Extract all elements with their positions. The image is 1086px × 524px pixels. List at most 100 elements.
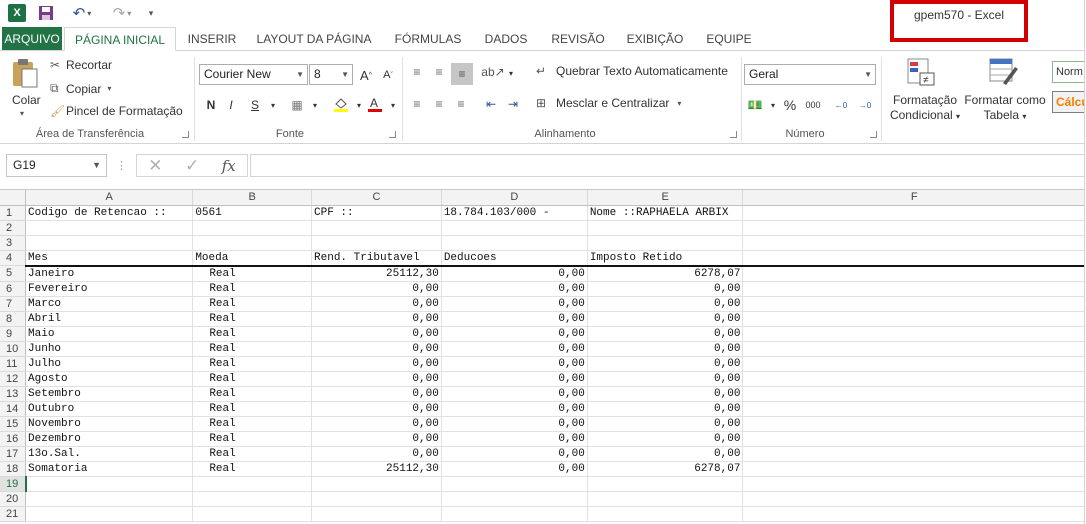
name-box[interactable]: G19 ▼ bbox=[6, 154, 107, 177]
cell[interactable] bbox=[742, 250, 1086, 267]
cell[interactable]: 0,00 bbox=[587, 371, 744, 387]
number-format-combo[interactable]: Geral ▼ bbox=[744, 64, 876, 85]
row-header[interactable]: 11 bbox=[0, 356, 27, 372]
cell[interactable]: 0,00 bbox=[311, 281, 442, 297]
cell[interactable]: 0,00 bbox=[587, 446, 744, 462]
cell[interactable]: 0,00 bbox=[311, 386, 442, 402]
column-header-d[interactable]: D bbox=[441, 190, 588, 206]
cell[interactable]: CPF :: bbox=[311, 205, 442, 221]
number-launcher-icon[interactable] bbox=[870, 131, 877, 138]
worksheet-grid[interactable]: A B C D E F 1 Codigo de Retencao :: 0561 CP… bbox=[0, 189, 1086, 524]
cell[interactable]: 0,00 bbox=[441, 265, 588, 282]
align-middle-icon[interactable]: ≡ bbox=[430, 63, 448, 81]
cell[interactable] bbox=[25, 491, 194, 507]
cell[interactable]: 13o.Sal. bbox=[25, 446, 194, 462]
font-color-icon[interactable]: A bbox=[366, 95, 384, 113]
column-header-e[interactable]: E bbox=[587, 190, 744, 206]
align-center-icon[interactable]: ≡ bbox=[430, 95, 448, 113]
cell[interactable]: 0,00 bbox=[441, 386, 588, 402]
cell[interactable] bbox=[25, 506, 194, 522]
cell[interactable] bbox=[742, 491, 1086, 507]
cell[interactable] bbox=[25, 235, 194, 251]
undo-icon[interactable]: ↶ ▾ bbox=[68, 4, 96, 22]
row-header[interactable]: 2 bbox=[0, 220, 27, 236]
cell[interactable]: Real bbox=[192, 446, 313, 462]
currency-dropdown-icon[interactable]: ▾ bbox=[764, 96, 782, 114]
percent-button[interactable]: % bbox=[781, 96, 799, 114]
cell[interactable]: Mes bbox=[25, 250, 194, 267]
merge-center-button[interactable]: ⊞ Mesclar e Centralizar ▾ bbox=[536, 96, 681, 110]
cell[interactable] bbox=[441, 220, 588, 236]
row-header[interactable]: 4 bbox=[0, 250, 27, 266]
cell[interactable] bbox=[742, 446, 1086, 462]
cell[interactable]: Nome ::RAPHAELA ARBIX bbox=[587, 205, 744, 221]
cell[interactable]: 0,00 bbox=[441, 356, 588, 372]
format-painter-button[interactable]: 🖌 Pincel de Formatação bbox=[50, 104, 183, 118]
cell[interactable] bbox=[587, 476, 744, 492]
cell[interactable]: 6278,07 bbox=[587, 461, 744, 477]
cell[interactable] bbox=[742, 281, 1086, 297]
column-header-b[interactable]: B bbox=[192, 190, 313, 206]
font-color-dropdown-icon[interactable]: ▾ bbox=[384, 96, 402, 114]
cell[interactable]: Dezembro bbox=[25, 431, 194, 447]
cell[interactable]: 0,00 bbox=[587, 416, 744, 432]
row-header[interactable]: 6 bbox=[0, 281, 27, 297]
orientation-dropdown-icon[interactable]: ▾ bbox=[502, 64, 520, 82]
grow-font-icon[interactable]: A ^ bbox=[357, 66, 375, 84]
cell[interactable]: 0,00 bbox=[441, 431, 588, 447]
enter-icon[interactable]: ✓ bbox=[185, 156, 199, 176]
cell[interactable] bbox=[742, 326, 1086, 342]
cell[interactable]: 0,00 bbox=[587, 431, 744, 447]
cell[interactable]: Real bbox=[192, 431, 313, 447]
wrap-text-button[interactable]: ↵ Quebrar Texto Automaticamente bbox=[536, 64, 728, 78]
cell[interactable] bbox=[441, 235, 588, 251]
row-header[interactable]: 10 bbox=[0, 341, 27, 357]
row-header[interactable]: 8 bbox=[0, 311, 27, 327]
font-launcher-icon[interactable] bbox=[389, 131, 396, 138]
underline-dropdown-icon[interactable]: ▾ bbox=[264, 96, 282, 114]
cell[interactable]: 0,00 bbox=[441, 461, 588, 477]
format-table-icon[interactable] bbox=[988, 57, 1020, 87]
row-header[interactable]: 16 bbox=[0, 431, 27, 447]
row-header[interactable]: 21 bbox=[0, 506, 27, 522]
cell[interactable]: Rend. Tributavel bbox=[311, 250, 442, 267]
cell[interactable] bbox=[192, 220, 313, 236]
tab-formulas[interactable]: FÓRMULAS bbox=[390, 27, 466, 51]
cell[interactable]: 0,00 bbox=[587, 356, 744, 372]
cell[interactable]: 18.784.103/000 - bbox=[441, 205, 588, 221]
cell[interactable]: 0,00 bbox=[311, 311, 442, 327]
currency-icon[interactable]: 💵 bbox=[746, 96, 764, 114]
tab-data[interactable]: DADOS bbox=[480, 27, 532, 51]
cell[interactable] bbox=[742, 235, 1086, 251]
row-header[interactable]: 18 bbox=[0, 461, 27, 477]
cell[interactable]: Real bbox=[192, 371, 313, 387]
shrink-font-icon[interactable]: Aˇ bbox=[379, 66, 397, 84]
redo-icon[interactable]: ↷ ▾ bbox=[108, 4, 136, 22]
clipboard-launcher-icon[interactable] bbox=[182, 131, 189, 138]
row-header[interactable]: 7 bbox=[0, 296, 27, 312]
fill-color-icon[interactable] bbox=[332, 95, 350, 113]
cell[interactable]: Real bbox=[192, 401, 313, 417]
alignment-launcher-icon[interactable] bbox=[730, 131, 737, 138]
select-all-corner[interactable] bbox=[0, 190, 27, 206]
cell[interactable]: Real bbox=[192, 311, 313, 327]
formula-input[interactable] bbox=[250, 154, 1086, 177]
thousands-button[interactable]: 000 bbox=[802, 96, 824, 114]
cell[interactable]: Codigo de Retencao :: bbox=[25, 205, 194, 221]
cell[interactable]: Maio bbox=[25, 326, 194, 342]
row-header[interactable]: 19 bbox=[0, 476, 27, 492]
cell[interactable]: Fevereiro bbox=[25, 281, 194, 297]
cell[interactable]: 0,00 bbox=[311, 401, 442, 417]
cell[interactable]: 6278,07 bbox=[587, 265, 744, 282]
cell[interactable] bbox=[311, 235, 442, 251]
cell[interactable] bbox=[742, 431, 1086, 447]
cell[interactable]: 0,00 bbox=[311, 416, 442, 432]
cell[interactable]: 0,00 bbox=[441, 416, 588, 432]
conditional-format-icon[interactable]: ≠ bbox=[906, 57, 936, 87]
cell[interactable]: 0,00 bbox=[587, 386, 744, 402]
cell[interactable] bbox=[742, 205, 1086, 221]
cell[interactable] bbox=[192, 491, 313, 507]
row-header[interactable]: 1 bbox=[0, 205, 27, 221]
row-header[interactable]: 20 bbox=[0, 491, 27, 507]
cell[interactable]: 0,00 bbox=[311, 341, 442, 357]
